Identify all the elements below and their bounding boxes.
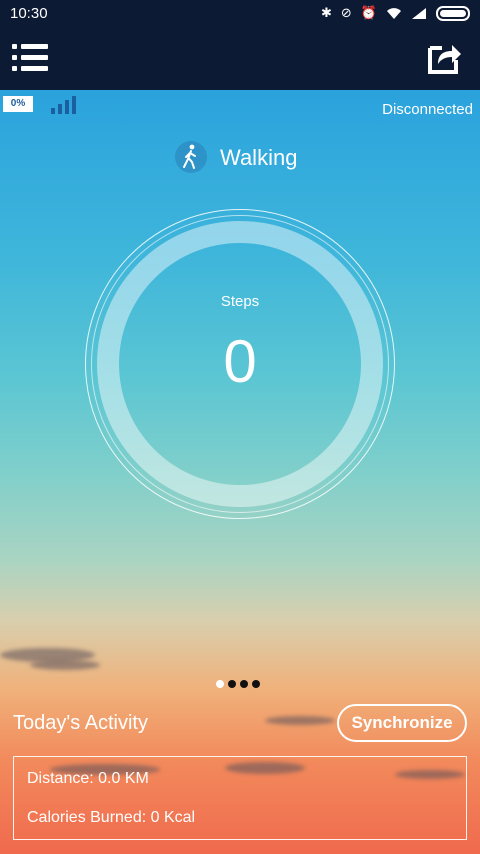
share-icon[interactable]: [426, 40, 462, 76]
status-icons: ✱ ⊘ ⏰: [321, 5, 470, 21]
cloud-decoration: [265, 716, 335, 725]
calories-value: Calories Burned: 0 Kcal: [27, 809, 196, 826]
steps-label: Steps: [220, 293, 260, 310]
connection-status: Disconnected: [382, 101, 473, 118]
activity-mode-header: Walking: [0, 140, 480, 176]
app-bar: [0, 26, 480, 90]
distance-value: Distance: 0.0 KM: [27, 770, 149, 787]
page-indicator: [216, 680, 260, 688]
page-dot[interactable]: [228, 680, 236, 688]
device-status-row: 0% Disconnected: [0, 92, 480, 122]
todays-activity-title: Today's Activity: [13, 712, 148, 734]
wifi-icon: [387, 7, 401, 19]
walking-icon: [175, 141, 207, 173]
mute-icon: ⊘: [340, 5, 352, 20]
status-time: 10:30: [10, 4, 48, 22]
device-battery-indicator: 0%: [3, 96, 33, 112]
activity-stats-box: Distance: 0.0 KM Calories Burned: 0 Kcal: [13, 756, 467, 840]
page-dot[interactable]: [240, 680, 248, 688]
activity-mode-label: Walking: [220, 145, 298, 170]
steps-value: 0: [223, 328, 257, 395]
signal-icon: [412, 7, 426, 19]
bluetooth-icon: ✱: [321, 5, 332, 20]
cloud-decoration: [30, 660, 100, 670]
status-bar: 10:30 ✱ ⊘ ⏰: [0, 0, 480, 26]
synchronize-button[interactable]: Synchronize: [337, 704, 467, 742]
device-signal-icon: [51, 94, 77, 114]
battery-icon: [436, 5, 470, 21]
page-dot[interactable]: [252, 680, 260, 688]
menu-icon[interactable]: [12, 44, 48, 74]
page-dot[interactable]: [216, 680, 224, 688]
alarm-icon: ⏰: [360, 5, 377, 20]
steps-ring[interactable]: Steps 0: [85, 209, 395, 519]
